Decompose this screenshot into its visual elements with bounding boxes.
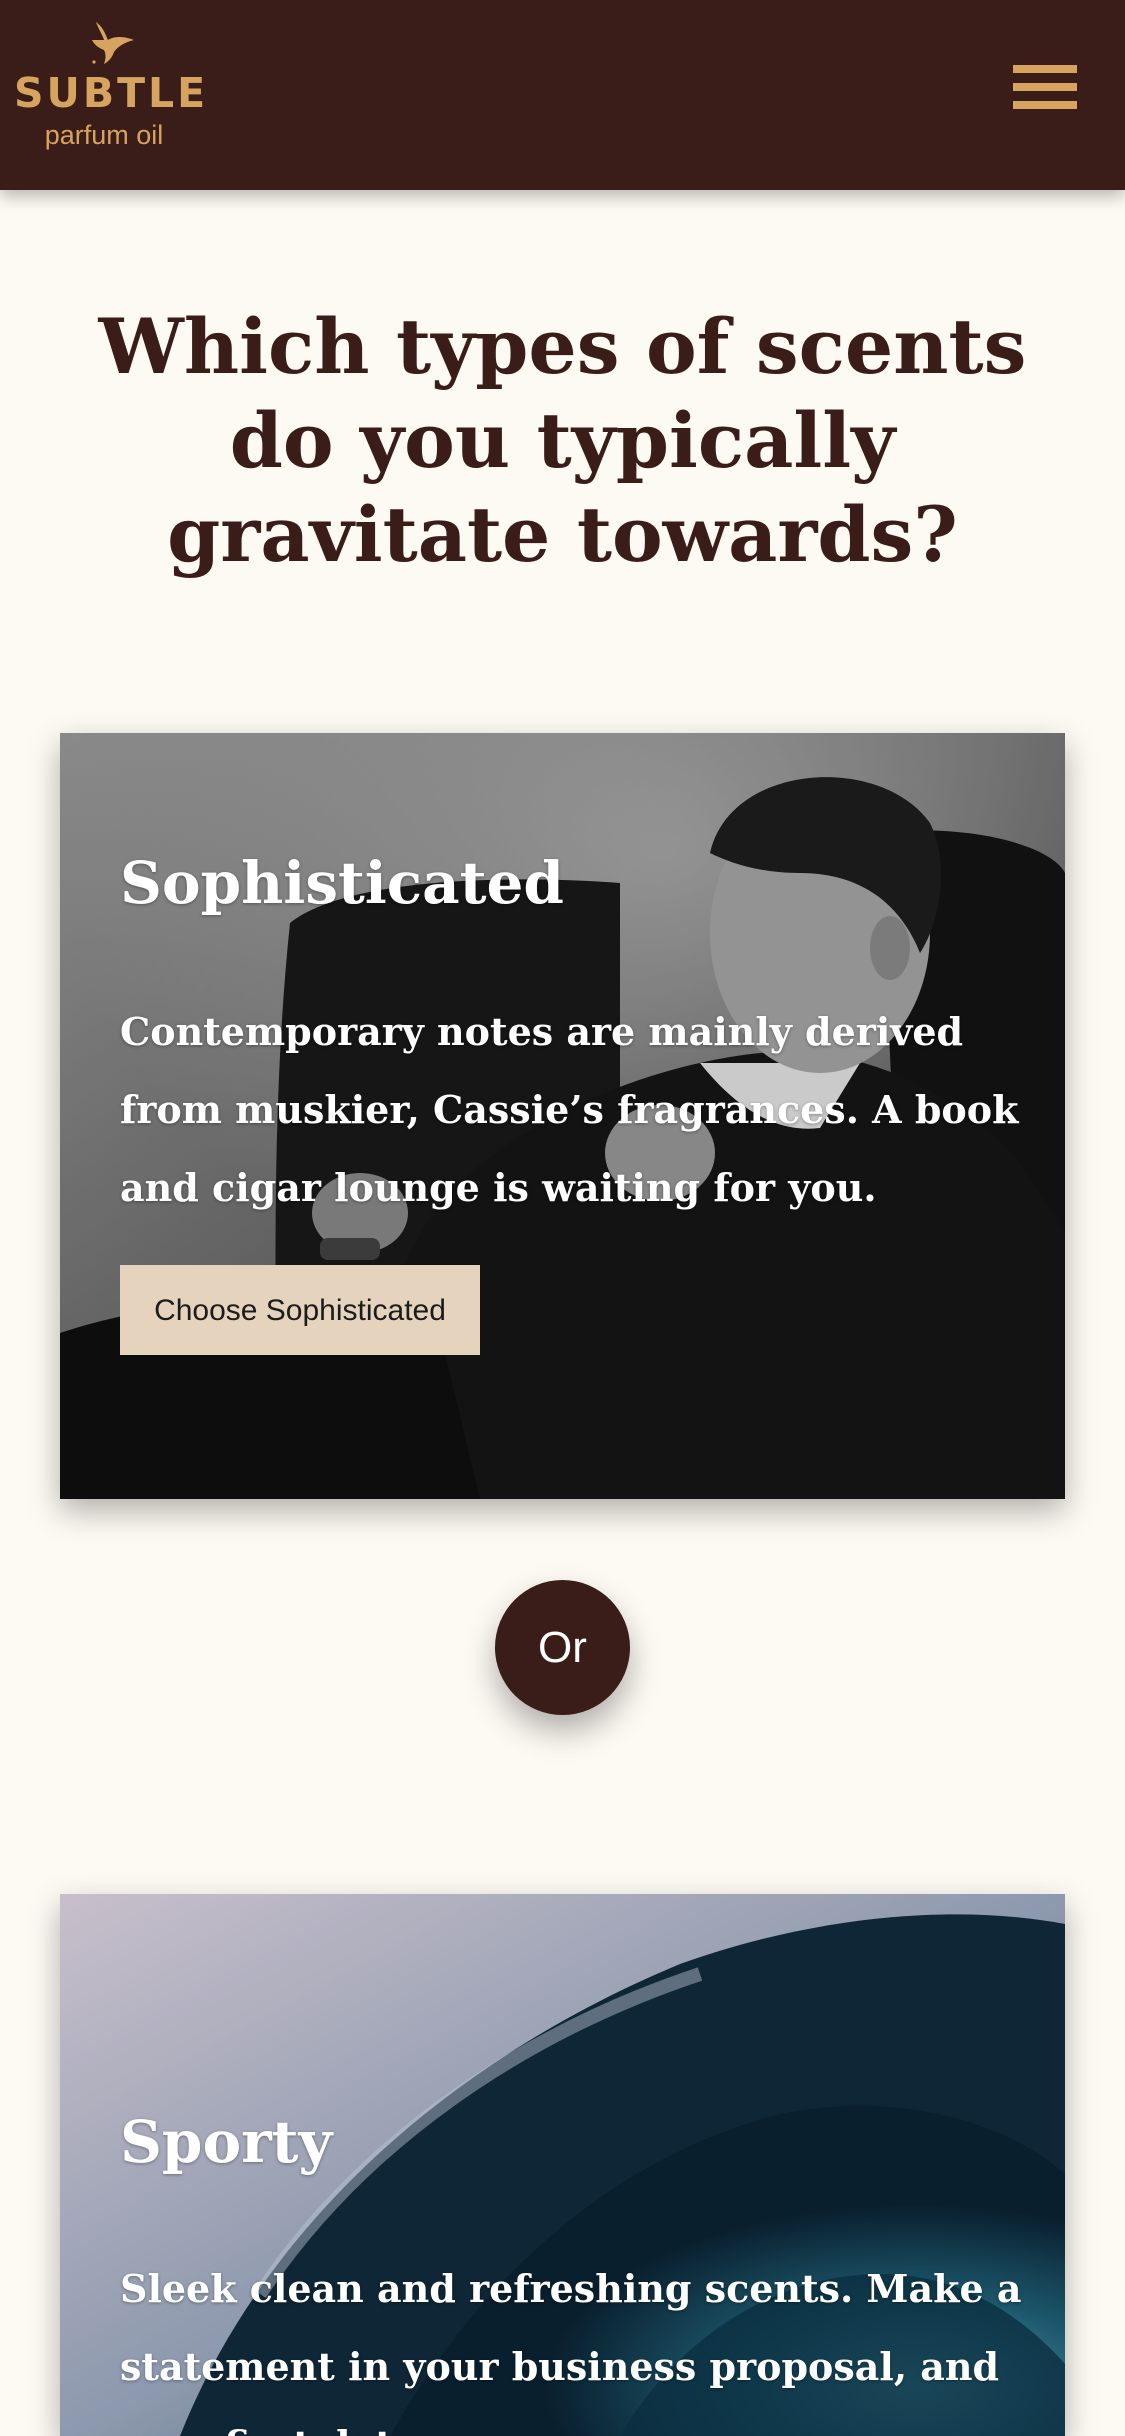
brand-logo[interactable]: SUBTLE parfum oil <box>14 18 209 158</box>
option-title: Sophisticated <box>120 849 564 917</box>
bird-logo-icon <box>92 22 134 64</box>
or-separator: Or <box>495 1580 630 1715</box>
menu-bar <box>1013 65 1077 73</box>
menu-bar <box>1013 101 1077 109</box>
brand-name: SUBTLE <box>14 69 209 117</box>
option-description: Sleek clean and refreshing scents. Make … <box>120 2266 1022 2436</box>
choose-sophisticated-button[interactable]: Choose Sophisticated <box>120 1265 480 1355</box>
option-description: Contemporary notes are mainly derived fr… <box>120 1009 1019 1210</box>
hamburger-menu-icon[interactable] <box>1010 62 1080 114</box>
option-card-sophisticated[interactable]: Sophisticated Contemporary notes are mai… <box>60 733 1065 1499</box>
option-card-sporty[interactable]: Sporty Sleek clean and refreshing scents… <box>60 1894 1065 2436</box>
site-header: SUBTLE parfum oil <box>0 0 1125 190</box>
menu-bar <box>1013 83 1077 91</box>
option-title: Sporty <box>120 2108 333 2176</box>
quiz-question: Which types of scents do you typically g… <box>98 302 1027 579</box>
brand-tagline: parfum oil <box>44 120 164 150</box>
